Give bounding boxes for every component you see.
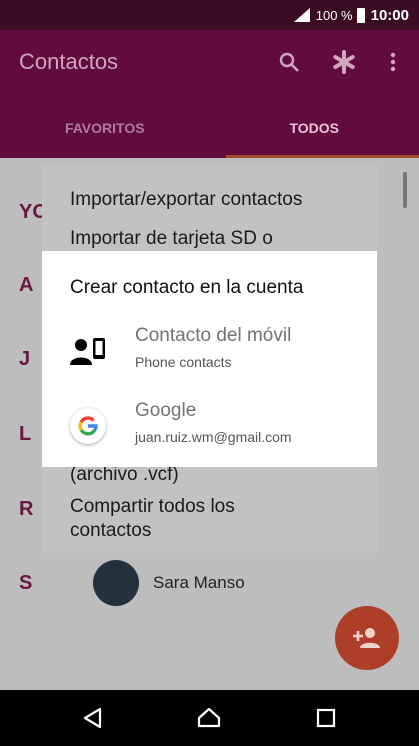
menu-item[interactable]: Importar de tarjeta SD o [70,227,273,251]
recents-icon[interactable] [314,706,338,730]
section-letter: L [19,423,32,445]
option-phone-contacts[interactable]: Contacto del móvil Phone contacts [42,319,377,391]
option-sublabel: juan.ruiz.wm@gmail.com [135,429,292,445]
menu-item[interactable]: Compartir todos los [70,495,235,519]
more-vert-icon[interactable] [381,50,405,74]
search-icon[interactable] [277,50,301,74]
app-title: Contactos [19,49,119,74]
contact-name[interactable]: Sara Manso [153,573,245,593]
tab-todos[interactable]: TODOS [210,112,419,158]
battery-percent: 100 % [315,7,353,23]
add-contact-button[interactable] [335,606,399,670]
option-label: Contacto del móvil [135,325,292,346]
phone-contacts-icon [70,333,106,369]
section-letter: J [19,348,31,370]
scrollbar[interactable] [403,172,407,208]
home-icon[interactable] [197,706,221,730]
option-sublabel: Phone contacts [135,354,232,370]
clock: 10:00 [370,6,409,24]
status-bar: 100 % 10:00 [0,0,419,30]
navigation-bar [0,690,419,746]
dialog-title: Crear contacto en la cuenta [70,277,304,298]
add-person-icon [353,628,380,648]
asterisk-icon[interactable] [332,50,356,74]
option-google[interactable]: Google juan.ruiz.wm@gmail.com [42,394,377,466]
section-letter: S [19,572,33,594]
section-letter: R [19,498,34,520]
battery-icon [356,7,365,23]
create-contact-dialog: Crear contacto en la cuenta Contacto del… [42,251,377,467]
tab-favoritos[interactable]: FAVORITOS [0,112,210,158]
option-label: Google [135,400,197,421]
section-letter: A [19,274,34,296]
tab-bar: FAVORITOS TODOS [0,112,419,158]
menu-item[interactable]: contactos [70,519,151,543]
avatar[interactable] [93,560,139,606]
menu-title: Importar/exportar contactos [70,189,303,210]
google-icon [70,408,106,444]
signal-icon [293,8,310,22]
app-bar: Contactos FAVORITOS TODOS [0,30,419,158]
back-icon[interactable] [81,706,105,730]
